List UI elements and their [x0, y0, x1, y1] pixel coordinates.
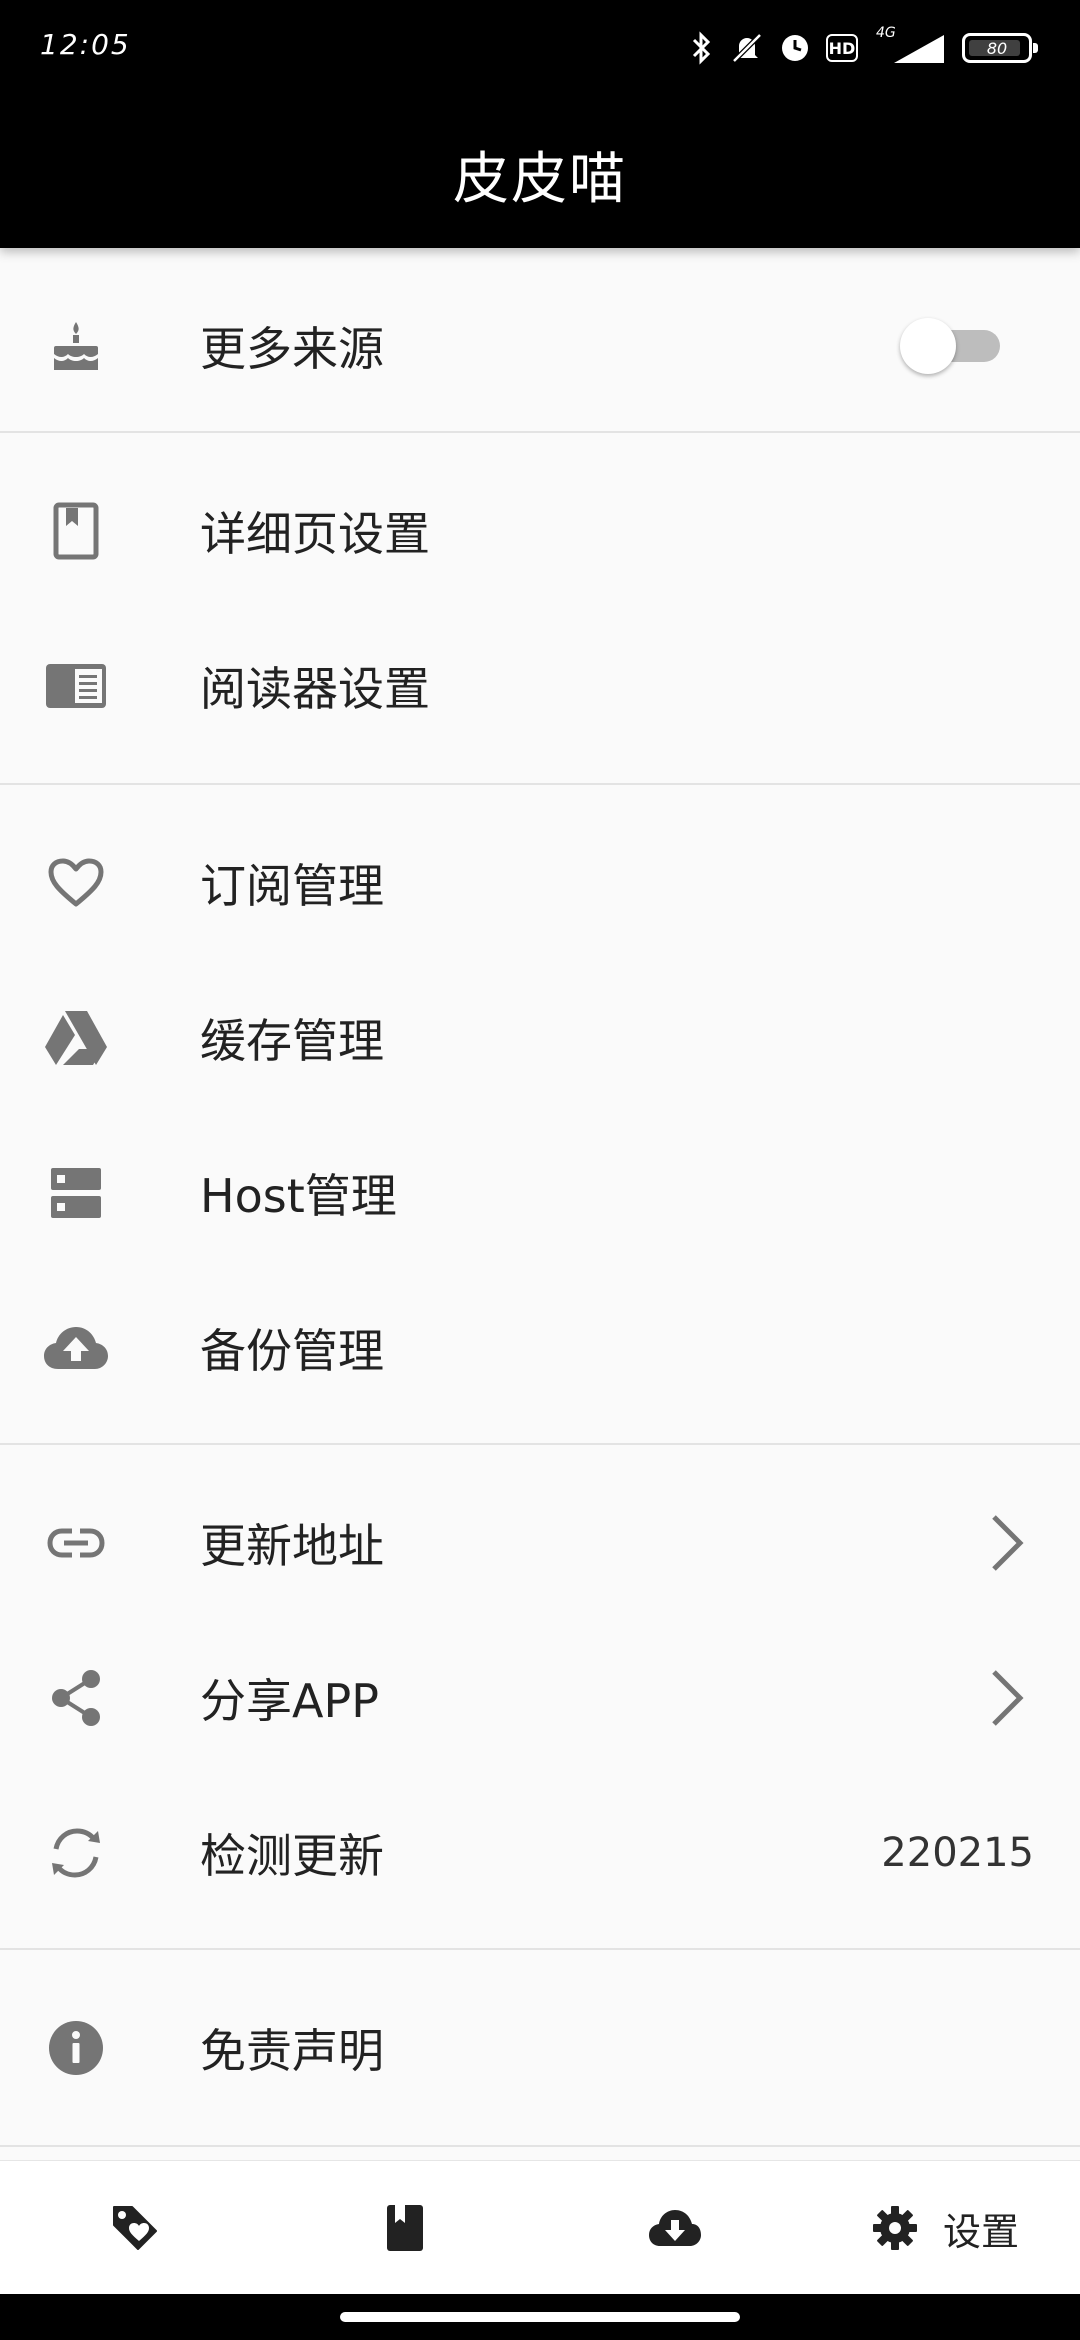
bottom-navigation: 设置 [0, 2160, 1080, 2295]
setting-host[interactable]: Host管理 [0, 1115, 1080, 1270]
gear-icon [872, 2206, 917, 2250]
setting-more-sources-label: 更多来源 [200, 321, 384, 376]
version-number: 220215 [881, 1829, 1034, 1876]
setting-update-address-label: 更新地址 [200, 1518, 384, 1573]
alarm-clock-icon [782, 35, 808, 61]
nav-tab-settings-label: 设置 [942, 2209, 1019, 2254]
setting-disclaimer[interactable]: 免责声明 [0, 1970, 1080, 2125]
setting-share-app-label: 分享APP [200, 1673, 379, 1728]
setting-subscription[interactable]: 订阅管理 [0, 805, 1080, 960]
share-icon [40, 1662, 112, 1734]
sync-icon [40, 1817, 112, 1889]
heart-icon [40, 847, 112, 919]
settings-screen: 12:05 HD 4G 80 皮皮喵 更多来源 详细页设置 阅读器设置 订阅管理… [0, 0, 1080, 2340]
signal-indicator: 4G [874, 25, 946, 65]
divider [0, 2145, 1080, 2147]
setting-backup[interactable]: 备份管理 [0, 1270, 1080, 1425]
tag-heart-icon [113, 2206, 157, 2250]
toggle-thumb [900, 317, 956, 374]
storage-server-icon [40, 1157, 112, 1229]
battery-level: 80 [986, 38, 1008, 58]
setting-detail-page-label: 详细页设置 [200, 506, 430, 561]
setting-reader[interactable]: 阅读器设置 [0, 608, 1080, 763]
book-icon [387, 2205, 423, 2251]
setting-detail-page[interactable]: 详细页设置 [0, 453, 1080, 608]
battery-indicator: 80 [962, 33, 1038, 63]
nav-tab-library[interactable] [270, 2161, 540, 2295]
cloud-download-icon [649, 2210, 701, 2246]
cloud-upload-icon [40, 1312, 112, 1384]
nav-tab-downloads[interactable] [540, 2161, 810, 2295]
chevron-right-icon [992, 1669, 1024, 1726]
nav-tab-settings[interactable]: 设置 [810, 2161, 1080, 2295]
setting-reader-label: 阅读器设置 [200, 661, 430, 716]
bluetooth-icon [692, 31, 711, 65]
link-icon [40, 1507, 112, 1579]
chevron-right-icon [992, 1514, 1024, 1571]
setting-cache[interactable]: 缓存管理 [0, 960, 1080, 1115]
more-sources-toggle[interactable] [900, 317, 1000, 374]
app-bar: 皮皮喵 [0, 100, 1080, 248]
status-time: 12:05 [40, 28, 131, 61]
status-icons: HD 4G 80 [690, 25, 1038, 68]
setting-cache-label: 缓存管理 [200, 1013, 384, 1068]
drive-icon [40, 1002, 112, 1074]
app-title: 皮皮喵 [453, 146, 627, 212]
setting-more-sources[interactable]: 更多来源 [0, 268, 1080, 423]
bookmark-book-icon [40, 495, 112, 567]
setting-check-update-label: 检测更新 [200, 1828, 384, 1883]
settings-list: 更多来源 详细页设置 阅读器设置 订阅管理 缓存管理 Host管理 备份管理 更… [0, 248, 1080, 2147]
status-bar: 12:05 HD 4G 80 [0, 0, 1080, 100]
signal-icon [894, 35, 944, 63]
setting-backup-label: 备份管理 [200, 1323, 384, 1378]
setting-check-update[interactable]: 检测更新 220215 [0, 1775, 1080, 1930]
cake-icon [40, 310, 112, 382]
reader-icon [40, 650, 112, 722]
setting-share-app[interactable]: 分享APP [0, 1620, 1080, 1775]
setting-update-address[interactable]: 更新地址 [0, 1465, 1080, 1620]
mute-bell-icon [732, 33, 762, 63]
home-indicator[interactable] [340, 2312, 740, 2322]
setting-subscription-label: 订阅管理 [200, 858, 384, 913]
hd-badge: HD [826, 34, 858, 62]
info-icon [40, 2012, 112, 2084]
setting-host-label: Host管理 [200, 1168, 397, 1223]
nav-tab-favorites[interactable] [0, 2161, 270, 2295]
setting-disclaimer-label: 免责声明 [200, 2023, 384, 2078]
